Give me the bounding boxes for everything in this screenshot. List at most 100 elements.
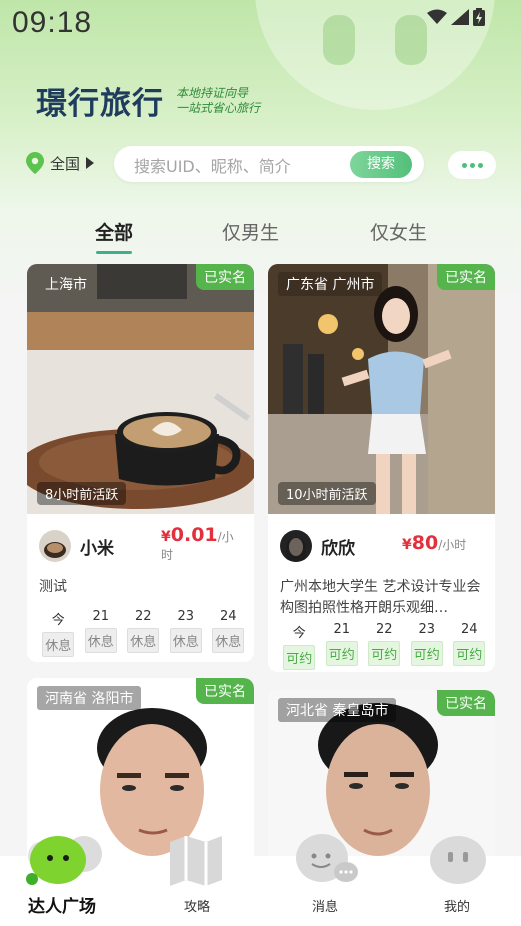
- day-label: 24: [460, 622, 478, 637]
- day-status: 休息: [169, 628, 202, 653]
- day-status: 可约: [410, 641, 443, 666]
- day-label: 23: [177, 609, 195, 624]
- availability-week: 今休息 21 休息 22 休息 23 休息 24 休息: [37, 609, 250, 657]
- profile-icon: [430, 836, 486, 884]
- guide-card[interactable]: 广东省 广州市 已实名 10小时前活跃 欣欣 ¥80/小时 广州本地大学生 艺术…: [268, 264, 495, 672]
- guide-bio: 广州本地大学生 艺术设计专业会构图拍照性格开朗乐观细…: [280, 579, 481, 616]
- guide-location: 河南省 洛阳市: [37, 686, 142, 710]
- guide-photo: [27, 264, 254, 514]
- nav-item-profile[interactable]: 我的: [390, 836, 521, 926]
- verified-badge: 已实名: [437, 690, 495, 716]
- day-status: 可约: [453, 641, 486, 666]
- guide-location: 广东省 广州市: [278, 272, 383, 296]
- day-slot: 22 可约: [363, 622, 406, 670]
- price-value: 80: [411, 532, 439, 554]
- tab-male-only[interactable]: 仅男生: [222, 218, 279, 245]
- day-slot: 22 休息: [122, 609, 165, 657]
- guide-photo: [268, 264, 495, 514]
- day-slot: 24 休息: [207, 609, 250, 657]
- search-input[interactable]: 搜索UID、昵称、简介 搜索: [114, 146, 424, 182]
- day-status: 休息: [212, 628, 245, 653]
- location-selector[interactable]: 全国: [26, 152, 95, 174]
- day-slot: 24 可约: [448, 622, 491, 670]
- nav-label-square: 达人广场: [28, 897, 96, 917]
- day-status: 休息: [84, 628, 117, 653]
- day-label: 23: [418, 622, 436, 637]
- slogan-line-2: 一站式省心旅行: [176, 100, 261, 115]
- search-placeholder: 搜索UID、昵称、简介: [134, 157, 291, 176]
- nav-item-guide[interactable]: 攻略: [130, 836, 260, 926]
- verified-badge: 已实名: [437, 264, 495, 290]
- mascot-icon: [26, 836, 102, 885]
- day-slot: 今可约: [278, 622, 321, 670]
- nav-label-messages: 消息: [312, 900, 339, 915]
- slogan: 本地持证向导 一站式省心旅行: [176, 86, 260, 116]
- signal-icon: [451, 9, 469, 25]
- day-slot: 21 可约: [321, 622, 364, 670]
- verified-badge: 已实名: [196, 264, 254, 290]
- verified-badge: 已实名: [196, 678, 254, 704]
- day-label: 今: [292, 626, 306, 641]
- day-slot: 23 休息: [165, 609, 208, 657]
- status-bar: 09:18: [0, 0, 521, 46]
- caret-right-icon: [86, 157, 95, 169]
- day-status: 可约: [325, 641, 358, 666]
- guide-card[interactable]: 上海市 已实名 8小时前活跃 小米 ¥0.01/小时 测试 今休息 21 休息 2…: [27, 264, 254, 662]
- day-status: 休息: [127, 628, 160, 653]
- guide-location: 上海市: [45, 277, 87, 293]
- battery-icon: [473, 8, 485, 26]
- guide-location: 河北省 秦皇岛市: [278, 698, 397, 722]
- bottom-nav: 达人广场 攻略 消息 我的: [0, 834, 521, 926]
- map-icon: [170, 836, 222, 886]
- price-value: 0.01: [170, 524, 218, 546]
- slogan-line-1: 本地持证向导: [176, 85, 249, 100]
- nav-item-messages[interactable]: 消息: [260, 834, 390, 926]
- price-unit: /小时: [438, 538, 467, 552]
- guide-bio: 测试: [39, 579, 67, 595]
- availability-week: 今可约 21 可约 22 可约 23 可约 24 可约: [278, 622, 491, 670]
- app-name: 璟行旅行: [36, 86, 164, 121]
- coffee-photo: [27, 264, 254, 514]
- chat-icon: [296, 834, 358, 882]
- price: ¥0.01/小时: [161, 526, 241, 564]
- status-time: 09:18: [12, 6, 93, 39]
- dot-icon: [469, 162, 475, 168]
- tab-female-only[interactable]: 仅女生: [370, 218, 427, 245]
- more-options-button[interactable]: [448, 151, 496, 179]
- day-slot: 23 可约: [406, 622, 449, 670]
- search-row: 全国 搜索UID、昵称、简介 搜索: [26, 146, 496, 182]
- wifi-icon: [427, 9, 447, 24]
- guide-name: 欣欣: [321, 539, 355, 559]
- day-label: 22: [375, 622, 393, 637]
- day-status: 可约: [283, 645, 316, 670]
- nav-label-guide: 攻略: [184, 900, 211, 915]
- gender-tabs: 全部 仅男生 仅女生: [0, 218, 521, 258]
- active-status: 8小时前活跃: [37, 482, 127, 505]
- day-status: 休息: [42, 632, 75, 657]
- day-status: 可约: [368, 641, 401, 666]
- guide-name: 小米: [80, 539, 114, 559]
- brand: 璟行旅行 本地持证向导 一站式省心旅行: [36, 78, 260, 123]
- price-currency: ¥: [402, 537, 412, 553]
- street-photo: [268, 264, 495, 514]
- active-status: 10小时前活跃: [278, 482, 376, 505]
- price: ¥80/小时: [402, 534, 495, 554]
- dot-icon: [477, 162, 483, 168]
- day-label: 24: [219, 609, 237, 624]
- day-label: 今: [51, 613, 65, 628]
- location-label: 全国: [50, 154, 81, 173]
- tab-all[interactable]: 全部: [95, 218, 133, 245]
- tab-active-indicator: [96, 251, 132, 254]
- nav-label-profile: 我的: [444, 900, 471, 915]
- day-label: 22: [134, 609, 152, 624]
- avatar: [280, 530, 312, 562]
- status-icons: [427, 8, 485, 26]
- location-pin-icon: [26, 152, 44, 174]
- day-label: 21: [92, 609, 110, 624]
- price-currency: ¥: [161, 529, 171, 545]
- avatar: [39, 530, 71, 562]
- search-button[interactable]: 搜索: [350, 151, 412, 178]
- dot-icon: [461, 162, 467, 168]
- day-slot: 今休息: [37, 609, 80, 657]
- nav-item-square[interactable]: 达人广场: [0, 836, 130, 926]
